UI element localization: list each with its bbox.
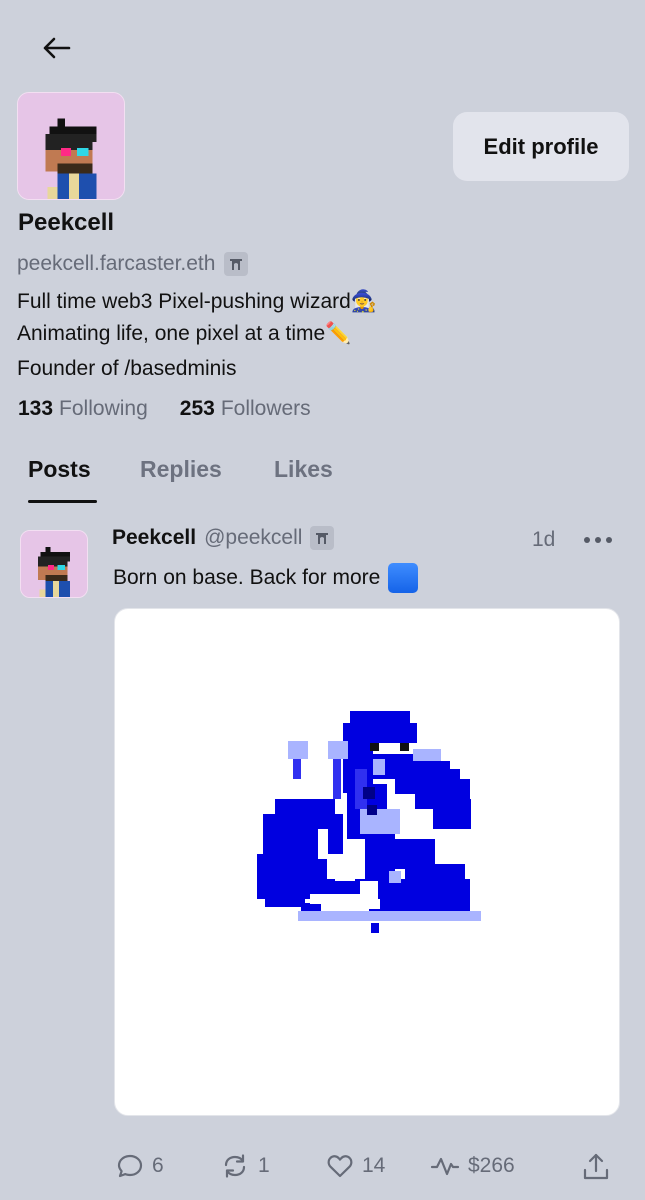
recast-count: 1: [258, 1154, 270, 1177]
active-tab-indicator: [28, 500, 97, 503]
back-button[interactable]: [36, 28, 76, 68]
tip-button[interactable]: $266: [430, 1152, 515, 1180]
farcaster-arch-icon: [310, 526, 335, 550]
bio-line[interactable]: Founder of /basedminis: [17, 353, 377, 385]
following-count: 133: [18, 397, 54, 420]
profile-bio: Full time web3 Pixel-pushing wizard🧙‍♀️ …: [17, 286, 377, 385]
recast-button[interactable]: 1: [220, 1152, 270, 1180]
post-author-avatar[interactable]: [20, 530, 88, 598]
tip-amount: $266: [468, 1154, 515, 1177]
share-button[interactable]: [582, 1152, 610, 1182]
bio-line: Full time web3 Pixel-pushing wizard🧙‍♀️: [17, 290, 377, 313]
followers-label: Followers: [220, 397, 311, 420]
profile-handle: peekcell.farcaster.eth: [17, 252, 216, 275]
more-options-button[interactable]: [580, 526, 616, 554]
followers-stat[interactable]: 253 Followers: [180, 397, 311, 421]
arrow-left-icon: [43, 37, 71, 59]
activity-icon: [430, 1157, 460, 1176]
pixel-art-image: [257, 711, 481, 933]
like-button[interactable]: 14: [326, 1152, 385, 1180]
post-media[interactable]: [114, 608, 620, 1116]
reply-count: 6: [152, 1154, 164, 1177]
post-timestamp: 1d: [532, 528, 556, 551]
post-header: Peekcell @peekcell: [112, 526, 335, 550]
blue-square-emoji: [388, 563, 419, 593]
comment-icon: [117, 1154, 143, 1178]
profile-avatar[interactable]: [17, 92, 125, 200]
following-label: Following: [59, 397, 148, 420]
post-body: Born on base. Back for more: [113, 563, 419, 593]
more-horizontal-icon: [584, 537, 612, 543]
edit-profile-button[interactable]: Edit profile: [453, 112, 629, 181]
pixel-avatar-image: [21, 531, 87, 597]
bio-line: Animating life, one pixel at a time✏️: [17, 322, 352, 345]
handle-row: peekcell.farcaster.eth: [17, 252, 249, 276]
display-name: Peekcell: [18, 209, 115, 236]
tab-posts[interactable]: Posts: [28, 456, 91, 483]
profile-tabs: Posts Replies Likes: [0, 448, 645, 504]
tab-likes[interactable]: Likes: [274, 456, 333, 483]
farcaster-arch-icon: [224, 252, 249, 276]
post-text: Born on base. Back for more: [113, 566, 381, 589]
pixel-avatar-image: [18, 93, 124, 199]
post-actions: 6 1 14 $266: [0, 1146, 645, 1190]
post-author-handle[interactable]: @peekcell: [204, 526, 302, 550]
following-stat[interactable]: 133 Following: [18, 397, 148, 421]
like-count: 14: [362, 1154, 386, 1177]
share-icon: [583, 1153, 609, 1180]
tab-replies[interactable]: Replies: [140, 456, 222, 483]
recast-icon: [224, 1154, 246, 1178]
heart-icon: [327, 1155, 353, 1178]
post-author-name[interactable]: Peekcell: [112, 526, 196, 550]
followers-count: 253: [179, 397, 215, 420]
reply-button[interactable]: 6: [116, 1152, 164, 1180]
follow-stats: 133 Following 253 Followers: [18, 397, 311, 421]
